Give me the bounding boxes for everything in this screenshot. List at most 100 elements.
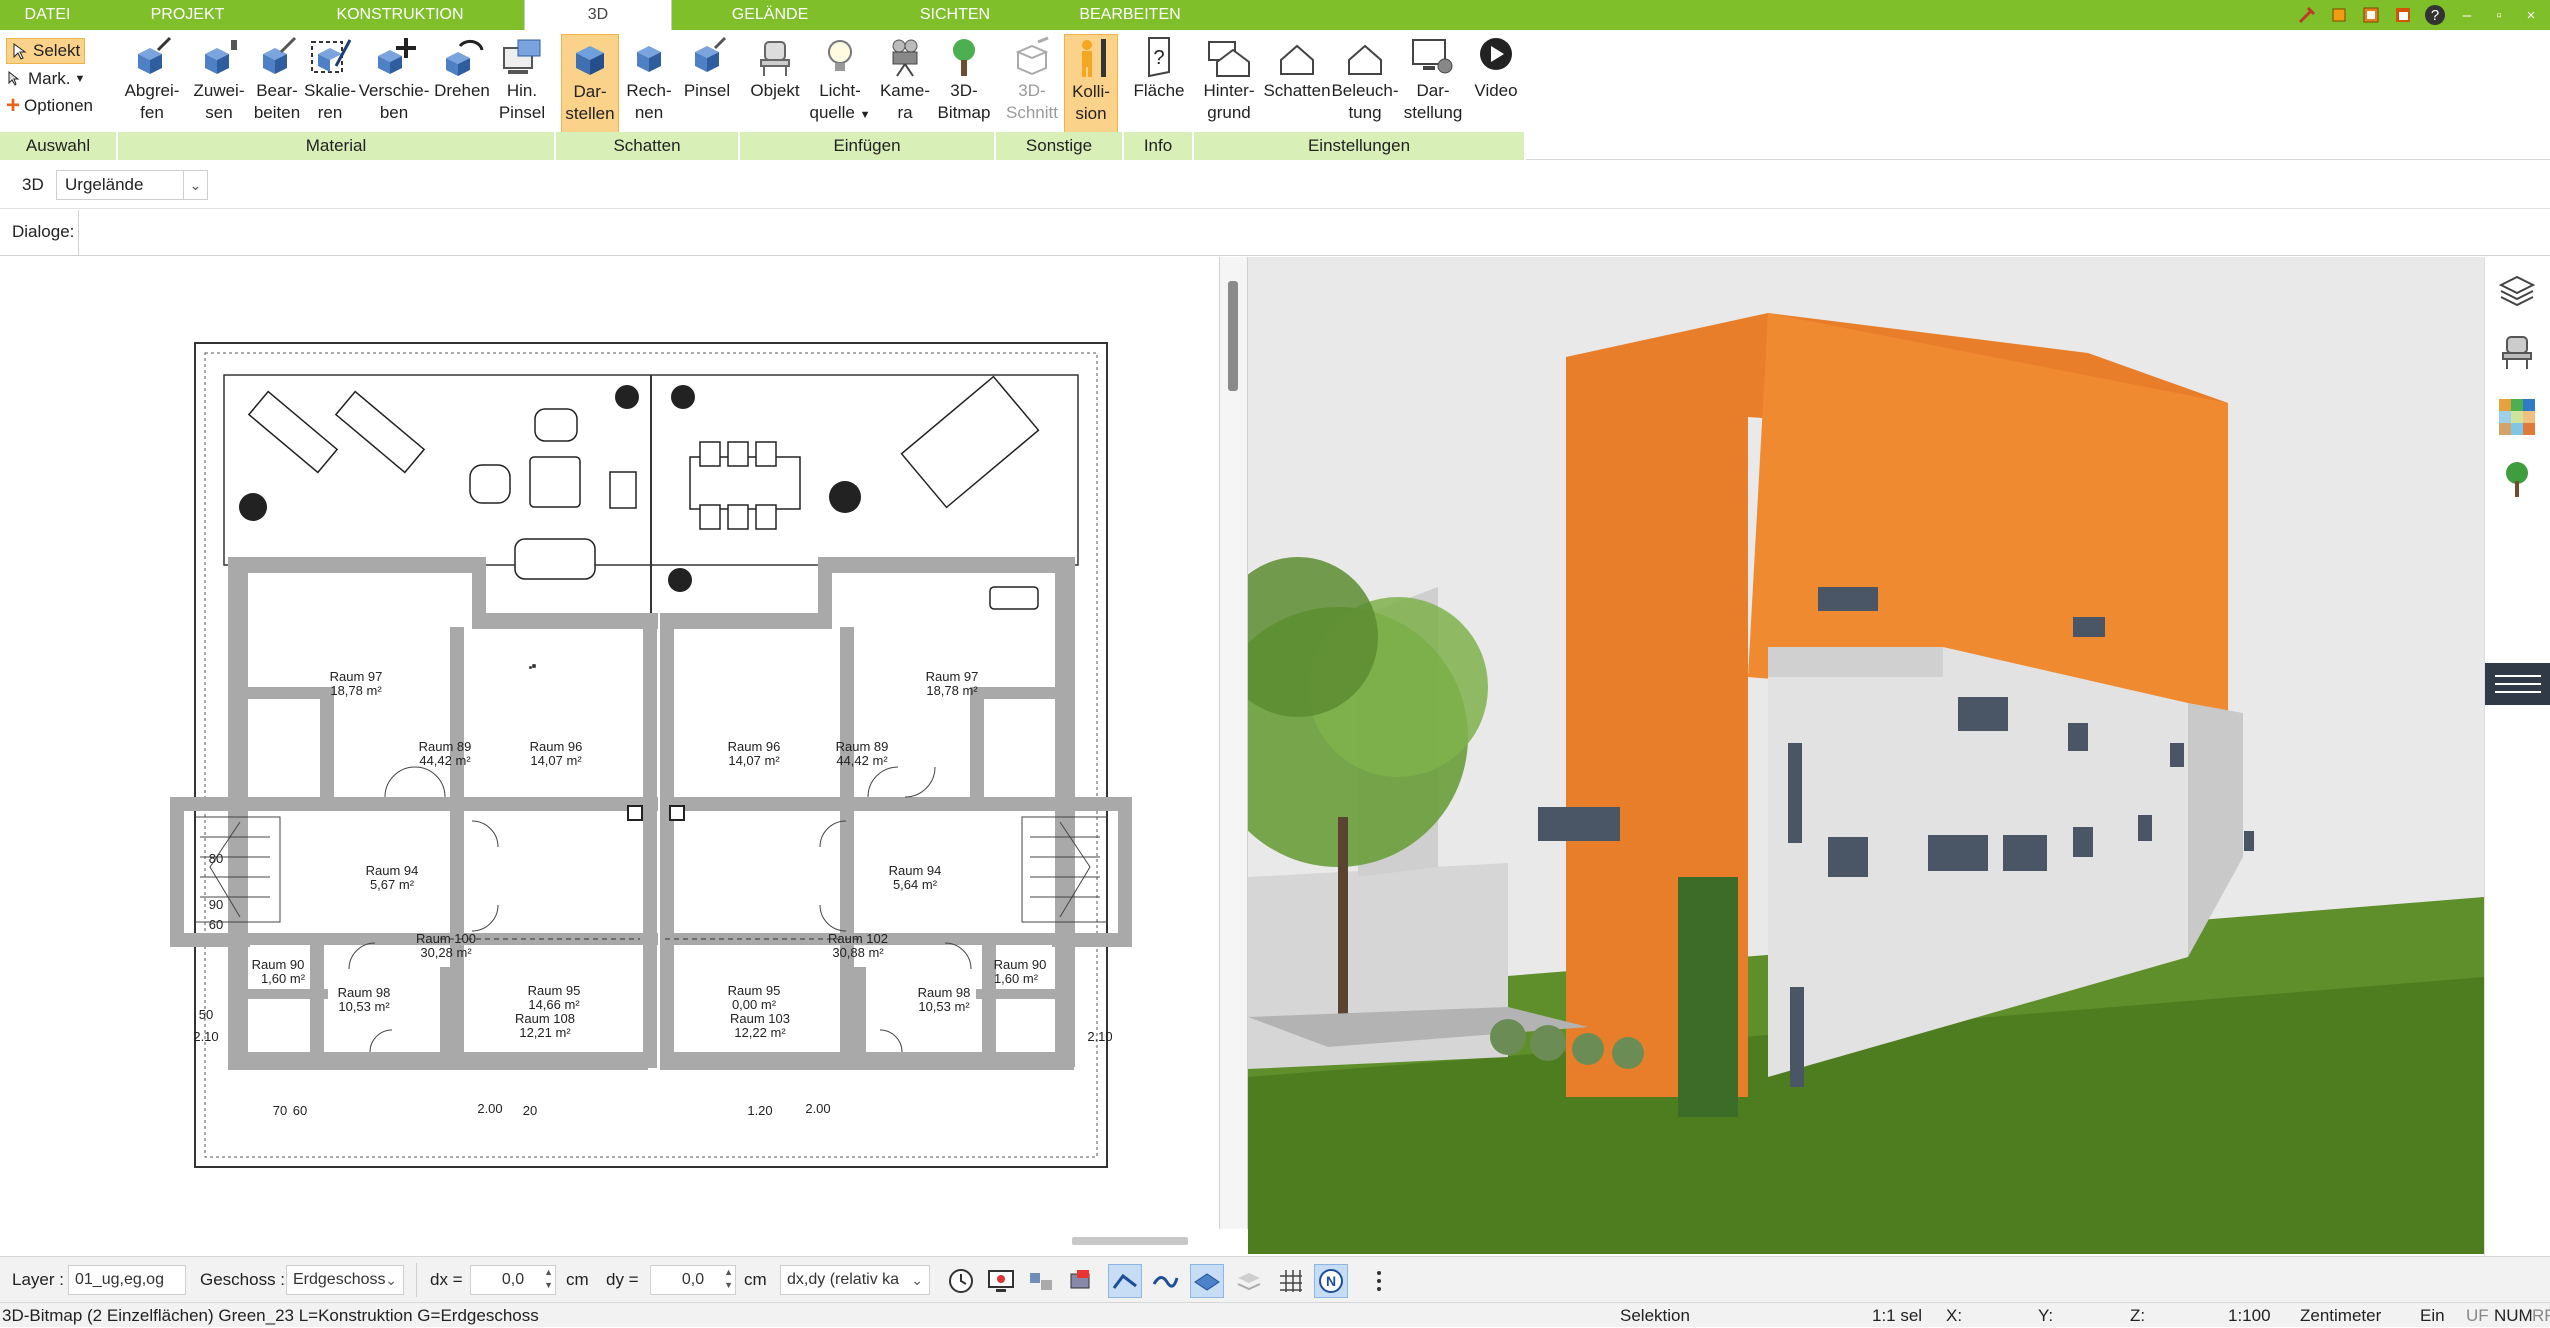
shadow-cube-icon xyxy=(576,46,604,75)
3d-schnitt-button[interactable]: 3D- Schnitt xyxy=(1000,36,1064,124)
furniture-icon[interactable] xyxy=(2497,333,2537,373)
zuweisen-label-2: sen xyxy=(205,103,233,122)
window-tile-icon[interactable] xyxy=(2358,2,2384,28)
room-100-area: 30,28 m² xyxy=(420,945,472,960)
tab-3d[interactable]: 3D xyxy=(524,0,672,30)
lichtquelle-button[interactable]: Licht- quelle ▼ xyxy=(808,36,872,126)
flaeche-button[interactable]: ? Fläche xyxy=(1128,36,1190,102)
dx-label: dx = xyxy=(430,1270,463,1289)
objekt-label-1: Objekt xyxy=(750,81,800,100)
plants-icon[interactable] xyxy=(2497,459,2537,499)
column-left xyxy=(627,805,643,821)
hin-pinsel-button[interactable]: Hin. Pinsel xyxy=(492,36,552,124)
spinner-icon[interactable]: ▲ ▼ xyxy=(724,1266,733,1292)
rotate-icon xyxy=(446,39,484,76)
tools-icon[interactable] xyxy=(2294,2,2320,28)
video-button[interactable]: Video xyxy=(1466,36,1526,102)
snap-curve-icon[interactable] xyxy=(1148,1264,1182,1298)
chevron-down-icon: ⌄ xyxy=(385,1272,397,1288)
tab-projekt[interactable]: PROJEKT xyxy=(95,0,280,30)
tab-sichten[interactable]: SICHTEN xyxy=(865,0,1045,30)
beleuchtung-button[interactable]: Beleuch- tung xyxy=(1330,36,1400,124)
plan-vertical-scrollbar[interactable] xyxy=(1220,257,1248,1229)
group-label-einfuegen: Einfügen xyxy=(740,132,996,160)
camera-icon xyxy=(892,39,918,77)
schatten-einstellung-button[interactable]: Schatten xyxy=(1262,36,1332,102)
room-102-area: 30,88 m² xyxy=(832,945,884,960)
selekt-button[interactable]: Selekt xyxy=(6,38,86,64)
kamera-button[interactable]: Kame- ra xyxy=(874,36,936,124)
dy-label: dy = xyxy=(606,1270,639,1289)
lichtquelle-label-2: quelle ▼ xyxy=(808,102,872,126)
floor-plan-view[interactable]: Raum 97 18,78 m² Raum 89 44,42 m² Raum 9… xyxy=(0,257,1220,1245)
tab-gelaende[interactable]: GELÄNDE xyxy=(675,0,865,30)
edit-cube-icon xyxy=(263,36,297,74)
floor-plan-drawing[interactable]: Raum 97 18,78 m² Raum 89 44,42 m² Raum 9… xyxy=(0,257,1220,1229)
darstellung-button[interactable]: Dar- stellung xyxy=(1400,36,1466,124)
maximize-icon[interactable]: ▫ xyxy=(2486,2,2512,28)
clock-icon[interactable] xyxy=(944,1264,978,1298)
minimize-icon[interactable]: – xyxy=(2454,2,2480,28)
grid-icon[interactable] xyxy=(1274,1264,1308,1298)
close-icon[interactable]: × xyxy=(2518,2,2544,28)
snap-plane-icon[interactable] xyxy=(1190,1264,1224,1298)
view-label: 3D xyxy=(22,175,44,194)
room-96-right-name: Raum 96 xyxy=(728,739,781,754)
dim-20-a: 20 xyxy=(523,1103,537,1118)
window-cascade-icon[interactable] xyxy=(2390,2,2416,28)
schatten-darstellen-button[interactable]: Dar- stellen xyxy=(561,34,619,136)
mark-button[interactable]: Mark. ▼ xyxy=(6,67,85,91)
schatten-rechnen-label-2: nen xyxy=(634,103,664,122)
more-options-icon[interactable] xyxy=(1362,1264,1396,1298)
snap-layers-icon[interactable] xyxy=(1232,1264,1266,1298)
optionen-button[interactable]: + Optionen xyxy=(6,94,93,118)
svg-text:?: ? xyxy=(2431,7,2439,24)
3d-scene[interactable] xyxy=(1248,257,2484,1254)
dim-60-b: 60 xyxy=(293,1103,307,1118)
geschoss-dropdown[interactable]: Erdgeschoss ⌄ xyxy=(286,1265,404,1295)
drehen-button[interactable]: Drehen xyxy=(430,36,494,102)
schatten-pinsel-button[interactable]: Pinsel xyxy=(680,36,734,102)
help-icon[interactable]: ? xyxy=(2422,2,2448,28)
mark-icon xyxy=(8,70,20,86)
tab-konstruktion[interactable]: KONSTRUKTION xyxy=(280,0,520,30)
room-103-area: 12,22 m² xyxy=(734,1025,786,1040)
kollision-button[interactable]: Kolli- sion xyxy=(1064,34,1118,136)
plan-vertical-scroll-thumb[interactable] xyxy=(1228,281,1238,391)
north-arrow-icon[interactable]: N xyxy=(1314,1264,1348,1298)
layer-dropdown[interactable]: 01_ug,eg,og xyxy=(68,1265,186,1295)
tab-bearbeiten[interactable]: BEARBEITEN xyxy=(1045,0,1215,30)
layers-icon[interactable] xyxy=(2497,271,2537,311)
hintergrund-label-2: grund xyxy=(1207,103,1251,122)
monitor-record-icon[interactable] xyxy=(984,1264,1018,1298)
window-restore-icon[interactable] xyxy=(2326,2,2352,28)
dy-input[interactable]: 0,0 ▲ ▼ xyxy=(650,1265,736,1295)
hin-pinsel-label-2: Pinsel xyxy=(498,103,546,122)
hintergrund-button[interactable]: Hinter- grund xyxy=(1196,36,1262,124)
coordinate-mode-dropdown[interactable]: dx,dy (relativ ka ⌄ xyxy=(780,1265,930,1295)
abgreifen-button[interactable]: Abgrei- fen xyxy=(118,36,186,124)
skalieren-label-2: ren xyxy=(317,103,343,122)
objekt-button[interactable]: Objekt xyxy=(744,36,806,102)
verschieben-button[interactable]: Verschie- ben xyxy=(358,36,430,124)
plan-horizontal-scrollbar[interactable] xyxy=(1072,1237,1188,1245)
dim-60-a: 60 xyxy=(209,917,223,932)
zuweisen-button[interactable]: Zuwei- sen xyxy=(186,36,252,124)
spinner-icon[interactable]: ▲ ▼ xyxy=(544,1266,553,1292)
materials-palette-icon[interactable] xyxy=(2497,397,2537,437)
snap-objects-icon[interactable] xyxy=(1024,1264,1058,1298)
schatten-rechnen-button[interactable]: Rech- nen xyxy=(619,36,679,124)
skalieren-button[interactable]: Skalie- ren xyxy=(300,36,360,124)
dx-input[interactable]: 0,0 ▲ ▼ xyxy=(470,1265,556,1295)
room-98-left-area: 10,53 m² xyxy=(338,999,390,1014)
snap-elements-icon[interactable] xyxy=(1064,1264,1098,1298)
snap-line-icon[interactable] xyxy=(1108,1264,1142,1298)
terrain-dropdown[interactable]: Urgelände ⌄ xyxy=(56,170,208,200)
3d-bitmap-button[interactable]: 3D- Bitmap xyxy=(934,36,994,124)
kamera-label-1: Kame- xyxy=(879,81,931,100)
panel-menu-icon[interactable] xyxy=(2485,663,2550,705)
3d-view[interactable] xyxy=(1248,257,2484,1254)
selekt-label: Selekt xyxy=(33,41,81,60)
tab-datei[interactable]: DATEI xyxy=(0,0,95,30)
schatten-einstellung-label-1: Schatten xyxy=(1263,81,1331,100)
